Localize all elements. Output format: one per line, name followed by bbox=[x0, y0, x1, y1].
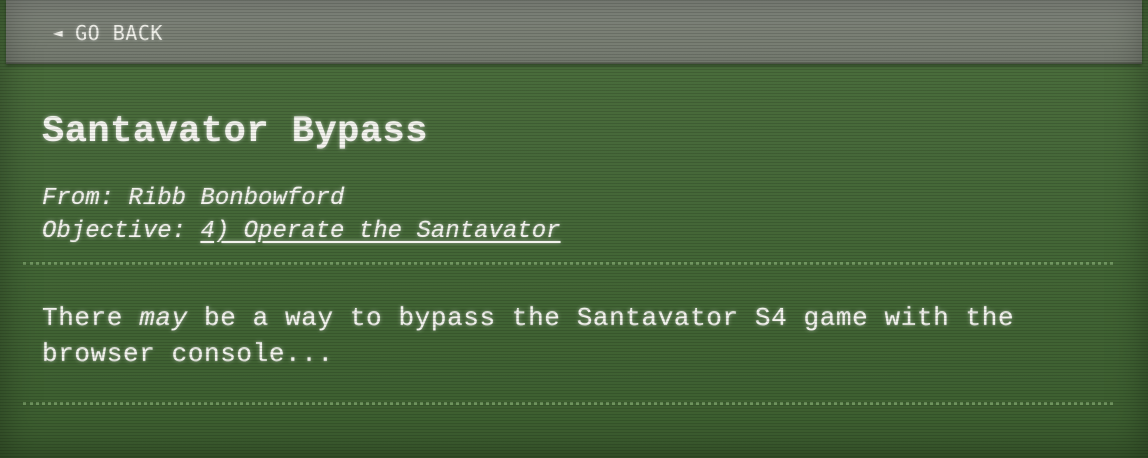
from-line: From: Ribb Bonbowford bbox=[42, 182, 1112, 215]
page-title: Santavator Bypass bbox=[42, 111, 428, 153]
hint-message: There may be a way to bypass the Santava… bbox=[42, 300, 1112, 372]
go-back-button[interactable]: ◄ GO BACK bbox=[53, 18, 163, 48]
bottom-divider bbox=[23, 402, 1113, 405]
hint-meta: From: Ribb Bonbowford Objective: 4) Oper… bbox=[42, 182, 1112, 248]
top-bar: ◄ GO BACK bbox=[6, 0, 1142, 64]
message-emphasis: may bbox=[139, 303, 188, 333]
from-name: Ribb Bonbowford bbox=[128, 185, 345, 212]
objective-line: Objective: 4) Operate the Santavator bbox=[42, 215, 1112, 248]
objective-label: Objective: bbox=[42, 218, 187, 245]
message-text-end: be a way to bypass the Santavator S4 gam… bbox=[42, 303, 1015, 369]
objective-link[interactable]: 4) Operate the Santavator bbox=[200, 218, 560, 245]
back-arrow-icon: ◄ bbox=[53, 23, 64, 42]
hint-panel: ◄ GO BACK Santavator Bypass From: Ribb B… bbox=[0, 0, 1148, 458]
go-back-label: GO BACK bbox=[75, 21, 163, 45]
top-divider bbox=[23, 262, 1113, 265]
message-text-start: There bbox=[42, 303, 140, 333]
from-label: From: bbox=[42, 185, 115, 212]
hint-header: Santavator Bypass From: Ribb Bonbowford … bbox=[42, 108, 1112, 248]
